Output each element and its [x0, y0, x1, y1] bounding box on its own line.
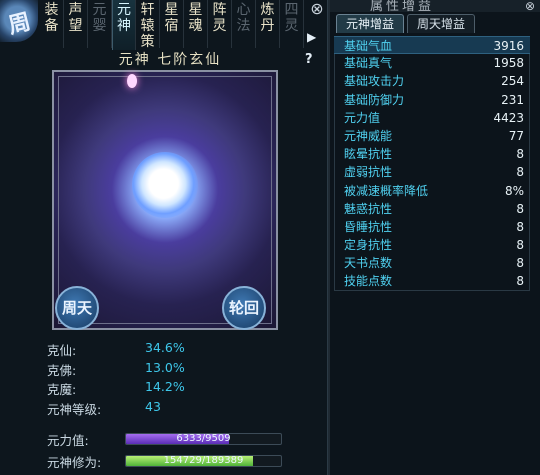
- lunhui-button[interactable]: 轮回: [222, 286, 266, 330]
- stat-label: 昏睡抗性: [344, 219, 393, 234]
- stat-value: 8: [516, 165, 524, 180]
- stat-value: 1958: [493, 56, 524, 71]
- stat-label: 元神等级:: [47, 401, 102, 417]
- xiuwei-bar-text: 154729/189389: [163, 455, 244, 466]
- stat-value: 34.6%: [145, 340, 185, 355]
- spirit-stats-list: 克仙: 34.6% 克佛: 13.0% 克魔: 14.2% 元神等级: 43: [47, 340, 287, 418]
- stat-label: 元神威能: [344, 128, 393, 143]
- stat-row[interactable]: 虚弱抗性 8: [334, 163, 530, 181]
- stat-row: 克魔: 14.2%: [47, 379, 287, 399]
- stat-row[interactable]: 元神威能 77: [334, 127, 530, 145]
- stat-label: 被减速概率降低: [344, 183, 429, 198]
- stat-value: 8: [516, 219, 524, 234]
- stat-row[interactable]: 天书点数 8: [334, 254, 530, 272]
- attribute-panel-header: 属性增益 ⊗: [330, 0, 540, 14]
- yuanli-bar: 6333/9509: [125, 433, 282, 445]
- tab-10[interactable]: 四灵: [280, 0, 304, 48]
- tab-9[interactable]: 炼丹: [256, 0, 280, 48]
- stat-label: 基础攻击力: [344, 74, 405, 89]
- stat-label: 基础防御力: [344, 92, 405, 107]
- stat-row[interactable]: 基础气血 3916: [334, 36, 530, 55]
- progress-bars: 元力值: 6333/9509 元神修为: 154729/189389: [47, 428, 297, 472]
- stat-value: 3916: [493, 39, 524, 53]
- stat-value: 8: [516, 238, 524, 253]
- bonus-stats-list: 基础气血 3916 基础真气 1958 基础攻击力 254 基础防御力 231 元力值 4423 元…: [334, 36, 530, 291]
- stat-row[interactable]: 定身抗性 8: [334, 236, 530, 254]
- stat-value: 8: [516, 256, 524, 271]
- stat-row[interactable]: 昏睡抗性 8: [334, 218, 530, 236]
- tab-2[interactable]: 元婴: [88, 0, 112, 48]
- stat-value: 4423: [493, 110, 524, 125]
- stat-label: 魅惑抗性: [344, 201, 393, 216]
- xiuwei-row: 元神修为: 154729/189389: [47, 450, 297, 472]
- tab-5[interactable]: 星宿: [160, 0, 184, 48]
- expand-arrow-icon[interactable]: ▶: [307, 30, 316, 44]
- sparkle-effect: [127, 74, 137, 88]
- stat-label: 天书点数: [344, 256, 393, 271]
- stat-value: 8%: [504, 183, 524, 198]
- zhoutian-button[interactable]: 周天: [55, 286, 99, 330]
- stat-row[interactable]: 被减速概率降低 8%: [334, 182, 530, 200]
- tab-3[interactable]: 元神: [112, 0, 136, 50]
- tab-zhoutian-bonus[interactable]: 周天增益: [407, 14, 476, 33]
- stat-row[interactable]: 元力值 4423: [334, 109, 530, 127]
- tab-8[interactable]: 心法: [232, 0, 256, 48]
- attribute-bonus-panel: 属性增益 ⊗ 元神增益 周天增益 基础气血 3916 基础真气 1958 基础攻击力 25…: [330, 0, 540, 475]
- stat-label: 定身抗性: [344, 238, 393, 253]
- stat-row: 克佛: 13.0%: [47, 360, 287, 380]
- yuanli-label: 元力值:: [47, 432, 89, 448]
- xiuwei-bar: 154729/189389: [125, 455, 282, 467]
- yuanli-row: 元力值: 6333/9509: [47, 428, 297, 450]
- stat-value: 8: [516, 201, 524, 216]
- panel-corner-emblem: 周: [0, 0, 38, 42]
- yuanli-bar-text: 6333/9509: [176, 433, 231, 444]
- attribute-panel-title: 属性增益: [370, 0, 435, 14]
- close-icon[interactable]: ⊗: [307, 0, 327, 20]
- stat-value: 13.0%: [145, 359, 185, 375]
- spirit-rank-title: 元神 七阶玄仙: [118, 52, 222, 68]
- stat-value: 8: [516, 274, 524, 289]
- stat-row[interactable]: 技能点数 8: [334, 272, 530, 290]
- stat-value: 254: [501, 74, 524, 89]
- stat-value: 8: [516, 147, 524, 162]
- stat-label: 元力值: [344, 110, 381, 125]
- character-tabs: 装备声望元婴元神轩辕策星宿星魂阵灵心法炼丹四灵: [40, 0, 304, 50]
- stat-value: 231: [501, 92, 524, 107]
- stat-row[interactable]: 基础攻击力 254: [334, 72, 530, 90]
- stat-label: 技能点数: [344, 274, 393, 289]
- stat-value: 77: [508, 128, 524, 143]
- tab-0[interactable]: 装备: [40, 0, 64, 48]
- xiuwei-label: 元神修为:: [47, 454, 102, 470]
- stat-row: 元神等级: 43: [47, 399, 287, 419]
- stat-value: 14.2%: [145, 379, 185, 394]
- tab-7[interactable]: 阵灵: [208, 0, 232, 48]
- stat-label: 眩晕抗性: [344, 147, 393, 162]
- stat-label: 克魔:: [47, 382, 77, 397]
- stat-row: 克仙: 34.6%: [47, 340, 287, 360]
- stat-row[interactable]: 魅惑抗性 8: [334, 200, 530, 218]
- spirit-orb-image: [132, 152, 198, 218]
- tab-4[interactable]: 轩辕策: [136, 0, 160, 50]
- stat-row[interactable]: 基础真气 1958: [334, 54, 530, 72]
- character-panel: 周 装备声望元婴元神轩辕策星宿星魂阵灵心法炼丹四灵 ⊗ ▶ ? 元神 七阶玄仙 …: [0, 0, 328, 475]
- stat-row[interactable]: 眩晕抗性 8: [334, 145, 530, 163]
- tab-6[interactable]: 星魂: [184, 0, 208, 48]
- tab-1[interactable]: 声望: [64, 0, 88, 48]
- stat-value: 43: [145, 398, 161, 414]
- stat-row[interactable]: 基础防御力 231: [334, 91, 530, 109]
- stat-label: 克仙:: [47, 343, 77, 358]
- stat-label: 基础真气: [344, 56, 393, 71]
- tab-spirit-bonus[interactable]: 元神增益: [336, 14, 405, 33]
- stat-label: 虚弱抗性: [344, 165, 393, 180]
- bonus-tabs: 元神增益 周天增益: [336, 14, 478, 33]
- help-icon[interactable]: ?: [305, 52, 313, 67]
- stat-label: 克佛:: [47, 362, 77, 378]
- stat-label: 基础气血: [344, 39, 393, 53]
- close-icon[interactable]: ⊗: [525, 0, 535, 13]
- corner-emblem-glyph: 周: [5, 9, 34, 40]
